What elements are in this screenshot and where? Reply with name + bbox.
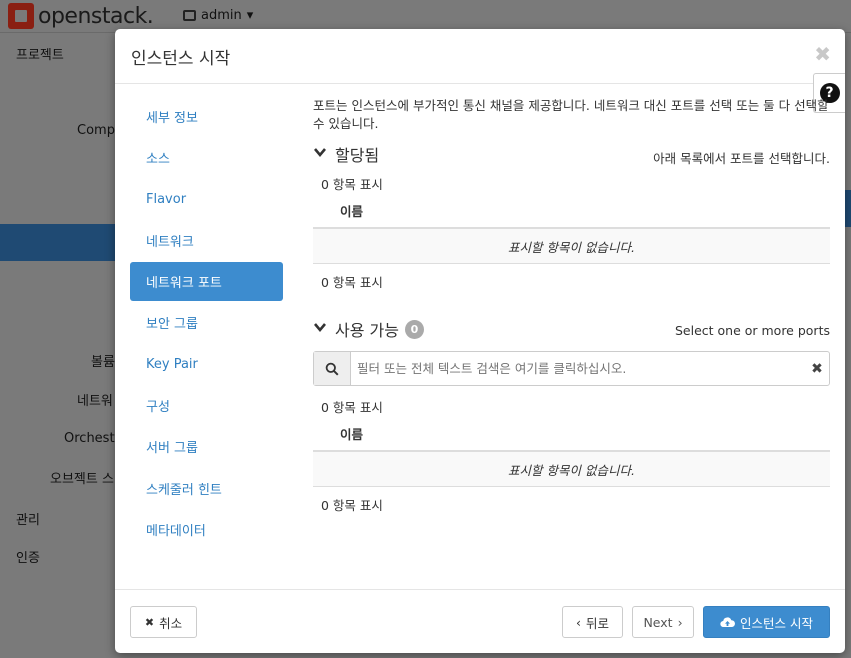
wizard-step-details[interactable]: 세부 정보 [130,97,283,136]
brand-name: openstack. [38,3,154,29]
sidebar-item-project[interactable]: 프로젝트 [16,44,64,63]
wizard-nav: 세부 정보 소스 Flavor 네트워크 네트워크 포트 보안 그룹 Key P… [130,97,283,551]
allocated-count-top: 0 항목 표시 [321,177,383,192]
close-icon[interactable]: ✖ [814,42,831,66]
wizard-step-scheduler-hints[interactable]: 스케줄러 힌트 [130,469,283,508]
launch-instance-modal: 인스턴스 시작 ✖ ? 세부 정보 소스 Flavor 네트워크 네트워크 포트… [115,29,845,653]
chevron-left-icon: ‹ [575,614,581,630]
modal-footer: ✖ 취소 ‹ 뒤로 Next › 인스턴스 시작 [115,589,845,653]
allocated-count-bottom: 0 항목 표시 [321,275,383,290]
openstack-logo-icon [8,3,34,29]
available-count-bottom: 0 항목 표시 [321,498,383,513]
wizard-step-configuration[interactable]: 구성 [130,386,283,425]
chevron-down-icon [314,148,326,158]
modal-title: 인스턴스 시작 [131,49,231,69]
step-description: 포트는 인스턴스에 부가적인 통신 채널을 제공합니다. 네트워크 대신 포트를… [313,98,829,131]
available-section-header[interactable]: 사용 가능 0 Select one or more ports [313,315,830,343]
available-title: 사용 가능 0 [335,317,424,341]
port-search-bar: ✖ [313,351,830,386]
allocated-section-header[interactable]: 할당됨 아래 목록에서 포트를 선택합니다. [313,140,830,168]
back-button[interactable]: ‹ 뒤로 [562,606,623,638]
page-right-highlight [845,190,851,227]
back-label: 뒤로 [585,615,609,631]
sidebar-item-admin[interactable]: 관리 [16,509,40,528]
sidebar-item-object-store[interactable]: 오브젝트 스 [50,468,114,487]
wizard-step-security-groups[interactable]: 보안 그룹 [130,303,283,342]
close-icon: ✖ [144,615,155,629]
launch-instance-button[interactable]: 인스턴스 시작 [703,606,830,638]
wizard-step-source[interactable]: 소스 [130,138,283,177]
wizard-step-network[interactable]: 네트워크 [130,221,283,260]
clear-search-icon[interactable]: ✖ [805,352,829,385]
cancel-button[interactable]: ✖ 취소 [130,606,197,638]
page-right-edge [845,34,851,658]
allocated-title-text: 할당됨 [335,146,380,165]
sidebar-item-network[interactable]: 네트워 [77,390,113,409]
cloud-upload-icon [720,617,735,628]
allocated-empty-row: 표시할 항목이 없습니다. [313,229,830,264]
allocated-hint: 아래 목록에서 포트를 선택합니다. [653,151,830,166]
search-icon[interactable] [314,352,351,385]
sidebar: 프로젝트 Compu 볼륨 네트워 Orchestra 오브젝트 스 관리 인증 [0,34,128,658]
launch-label: 인스턴스 시작 [740,615,813,631]
available-count-top: 0 항목 표시 [321,400,383,415]
next-label: Next [643,614,673,630]
sidebar-active-highlight [0,224,115,261]
chevron-down-icon [314,323,326,333]
wizard-step-key-pair[interactable]: Key Pair [130,345,283,384]
port-search-input[interactable] [351,352,805,385]
cancel-label: 취소 [159,615,183,631]
next-button[interactable]: Next › [632,606,694,638]
available-column-name[interactable]: 이름 [313,416,830,452]
available-empty-row: 표시할 항목이 없습니다. [313,452,830,487]
allocated-title: 할당됨 [335,142,379,166]
chevron-down-icon: ▾ [246,8,254,23]
project-selector[interactable]: admin ▾ [183,8,253,23]
allocated-column-name[interactable]: 이름 [313,193,830,229]
available-count-badge: 0 [404,319,424,339]
modal-header: 인스턴스 시작 ✖ [115,29,845,84]
wizard-step-server-groups[interactable]: 서버 그룹 [130,427,283,466]
step-content: 포트는 인스턴스에 부가적인 통신 채널을 제공합니다. 네트워크 대신 포트를… [313,97,830,514]
wizard-step-network-ports[interactable]: 네트워크 포트 [130,262,283,302]
available-title-text: 사용 가능 [335,321,399,340]
openstack-logo[interactable]: openstack. [8,3,154,29]
available-hint: Select one or more ports [674,323,830,338]
sidebar-item-volume[interactable]: 볼륨 [91,351,115,370]
wizard-step-metadata[interactable]: 메타데이터 [130,510,283,549]
wizard-step-flavor[interactable]: Flavor [130,180,283,219]
chevron-right-icon: › [677,614,683,630]
sidebar-item-identity[interactable]: 인증 [16,547,40,566]
project-name: admin [201,8,242,23]
project-icon [183,10,196,21]
